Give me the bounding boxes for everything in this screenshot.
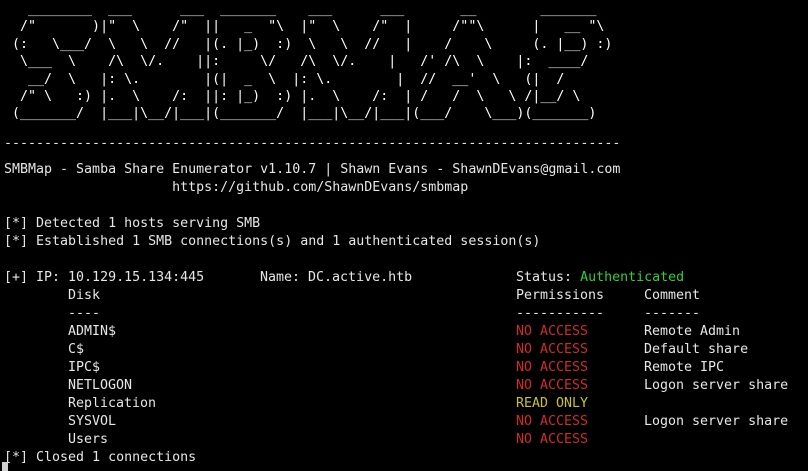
share-disk: Replication bbox=[68, 396, 157, 411]
log-closed: [*] Closed 1 connections bbox=[4, 450, 197, 465]
share-disk: SYSVOL bbox=[68, 414, 117, 429]
share-disk: IPC$ bbox=[68, 360, 101, 375]
share-permissions: NO ACCESS bbox=[516, 414, 589, 429]
header-comment: Comment bbox=[644, 288, 701, 303]
share-permissions: NO ACCESS bbox=[516, 432, 589, 447]
share-permissions: NO ACCESS bbox=[516, 342, 589, 357]
host-ip: [+] IP: 10.129.15.134:445 bbox=[4, 270, 205, 285]
underline-permissions: ----------- bbox=[516, 306, 605, 321]
log-detected: [*] Detected 1 hosts serving SMB bbox=[4, 216, 261, 231]
banner-title: SMBMap - Samba Share Enumerator v1.10.7 … bbox=[4, 162, 621, 177]
share-permissions: NO ACCESS bbox=[516, 324, 589, 339]
share-comment: Remote IPC bbox=[644, 360, 725, 375]
log-established: [*] Established 1 SMB connections(s) and… bbox=[4, 234, 541, 249]
banner-rule: ----------------------------------------… bbox=[4, 136, 621, 151]
share-disk: Users bbox=[68, 432, 109, 447]
terminal-cursor bbox=[2, 462, 8, 471]
share-disk: ADMIN$ bbox=[68, 324, 117, 339]
underline-comment: ------- bbox=[644, 306, 701, 321]
smbmap-ascii-banner: ________ ___ ___ _______ ___ ___ __ ____… bbox=[12, 2, 613, 122]
header-disk: Disk bbox=[68, 288, 101, 303]
share-disk: NETLOGON bbox=[68, 378, 133, 393]
share-permissions: NO ACCESS bbox=[516, 378, 589, 393]
share-comment: Logon server share bbox=[644, 378, 789, 393]
share-disk: C$ bbox=[68, 342, 85, 357]
underline-disk: ---- bbox=[68, 306, 101, 321]
host-status: Status: Authenticated bbox=[516, 269, 684, 287]
terminal-window[interactable]: ________ ___ ___ _______ ___ ___ __ ____… bbox=[0, 0, 808, 471]
share-permissions: READ ONLY bbox=[516, 396, 589, 411]
share-comment: Default share bbox=[644, 342, 749, 357]
share-comment: Logon server share bbox=[644, 414, 789, 429]
header-permissions: Permissions bbox=[516, 288, 605, 303]
host-status-value: Authenticated bbox=[580, 270, 685, 285]
share-permissions: NO ACCESS bbox=[516, 360, 589, 375]
share-comment: Remote Admin bbox=[644, 324, 741, 339]
host-status-label: Status: bbox=[516, 270, 573, 285]
host-name: Name: DC.active.htb bbox=[260, 270, 413, 285]
banner-url: https://github.com/ShawnDEvans/smbmap bbox=[4, 180, 469, 195]
